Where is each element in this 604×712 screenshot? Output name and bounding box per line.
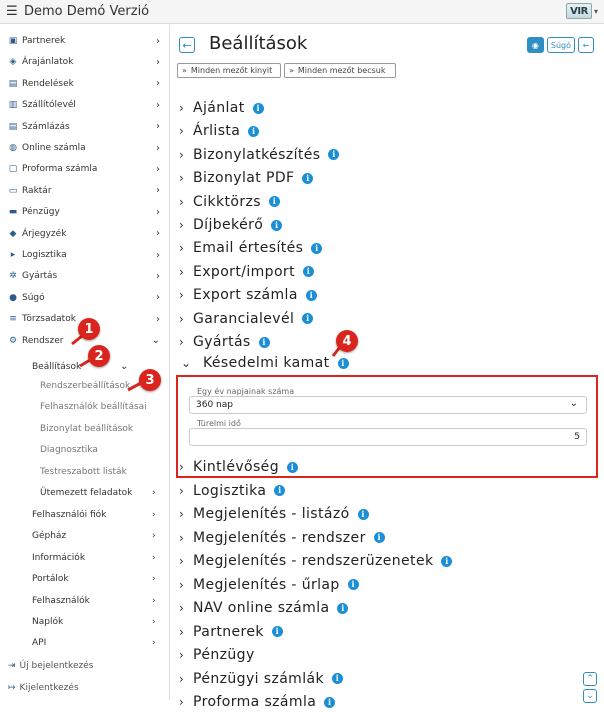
annotation-badge-4: 4 xyxy=(336,330,358,352)
annotation-badge-3: 3 xyxy=(139,369,161,391)
annotation-badge-1: 1 xyxy=(78,318,100,340)
annotation-badge-2: 2 xyxy=(88,345,110,367)
